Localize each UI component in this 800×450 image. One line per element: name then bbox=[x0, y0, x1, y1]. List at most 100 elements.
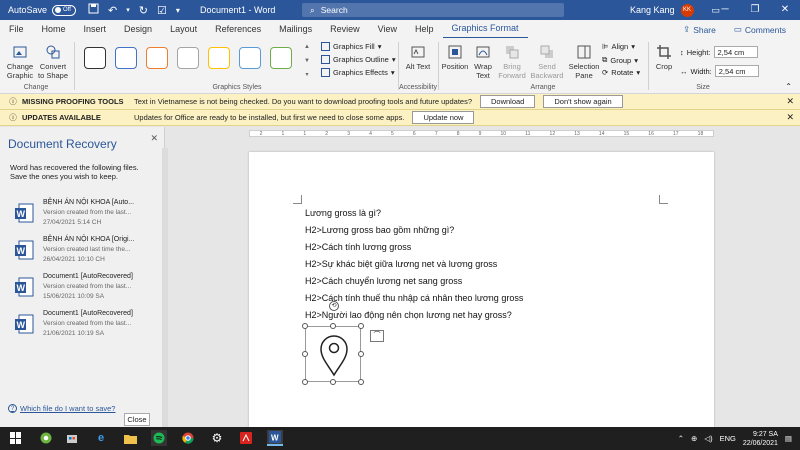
rotate-button[interactable]: ⟳ Rotate ▾ bbox=[602, 68, 640, 77]
chrome-icon[interactable] bbox=[180, 430, 196, 446]
settings-gear-icon[interactable]: ⚙ bbox=[209, 430, 225, 446]
graphics-style-swatch[interactable] bbox=[177, 47, 199, 69]
tab-file[interactable]: File bbox=[0, 20, 33, 38]
selected-graphic[interactable] bbox=[302, 323, 364, 385]
document-h2-line[interactable]: H2>Lương gross bao gồm những gì? bbox=[305, 225, 454, 235]
user-account[interactable]: Kang Kang KK ▭ bbox=[630, 0, 720, 20]
group-button[interactable]: ⧉ Group ▾ bbox=[602, 55, 638, 65]
volume-icon[interactable]: ◁) bbox=[704, 434, 712, 443]
document-h2-line[interactable]: H2>Cách tính thuế thu nhập cá nhân theo … bbox=[305, 293, 523, 303]
undo-icon[interactable]: ↶ bbox=[108, 4, 117, 17]
document-h2-line[interactable]: H2>Sự khác biệt giữa lương net và lương … bbox=[305, 259, 497, 269]
horizontal-ruler[interactable]: 2 1 1 2 3 4 5 6 7 8 9 10 11 12 13 14 15 16 17 18 bbox=[249, 130, 714, 137]
recovered-file-item[interactable]: W BỆNH ÁN NỘI KHOA [Origi... Version creat… bbox=[8, 236, 158, 268]
document-h2-line[interactable]: H2>Cách tính lương gross bbox=[305, 242, 411, 252]
convert-to-shape-button[interactable]: Convert to Shape bbox=[37, 44, 69, 80]
document-heading-line[interactable]: Lương gross là gì? bbox=[305, 208, 381, 218]
alt-text-button[interactable]: Alt Text bbox=[404, 44, 432, 71]
document-page[interactable]: Lương gross là gì? H2>Lương gross bao gồm… bbox=[249, 152, 714, 427]
store-icon[interactable] bbox=[64, 430, 80, 446]
graphics-fill-button[interactable]: Graphics Fill ▾ bbox=[321, 42, 381, 51]
resize-handle[interactable] bbox=[330, 379, 336, 385]
width-input[interactable]: 2,54 cm bbox=[714, 65, 759, 77]
resize-handle[interactable] bbox=[330, 323, 336, 329]
tab-home[interactable]: Home bbox=[33, 20, 75, 38]
network-icon[interactable]: ⊕ bbox=[691, 434, 697, 443]
tab-view[interactable]: View bbox=[369, 20, 406, 38]
minimize-icon[interactable]: ─ bbox=[710, 0, 740, 20]
language-indicator[interactable]: ENG bbox=[720, 434, 736, 443]
close-pane-icon[interactable]: ✕ bbox=[150, 133, 158, 144]
graphics-style-swatch[interactable] bbox=[146, 47, 168, 69]
comments-button[interactable]: ▭ Comments bbox=[728, 22, 792, 37]
gallery-up-icon[interactable]: ▲ bbox=[304, 44, 310, 50]
save-icon[interactable] bbox=[88, 3, 99, 17]
position-button[interactable]: Position bbox=[441, 44, 469, 71]
change-graphic-button[interactable]: Change Graphic bbox=[4, 44, 36, 80]
recovered-file-item[interactable]: W Document1 [AutoRecovered] Version create… bbox=[8, 273, 158, 305]
show-hidden-icons-icon[interactable]: ⌃ bbox=[678, 434, 684, 443]
autosave-control[interactable]: AutoSave Off bbox=[0, 4, 77, 16]
send-backward-button[interactable]: Send Backward bbox=[530, 44, 564, 80]
gallery-more-icon[interactable]: ▾ bbox=[305, 71, 308, 78]
resize-handle[interactable] bbox=[358, 351, 364, 357]
tab-references[interactable]: References bbox=[206, 20, 270, 38]
adobe-reader-icon[interactable] bbox=[238, 430, 254, 446]
download-button[interactable]: Download bbox=[480, 95, 536, 108]
graphics-effects-button[interactable]: Graphics Effects ▾ bbox=[321, 68, 395, 77]
tab-graphics-format[interactable]: Graphics Format bbox=[442, 19, 528, 39]
tab-design[interactable]: Design bbox=[115, 20, 161, 38]
recovered-file-item[interactable]: W Document1 [AutoRecovered] Version create… bbox=[8, 310, 158, 342]
share-button[interactable]: ⇪ Share bbox=[677, 22, 722, 37]
resize-handle[interactable] bbox=[358, 379, 364, 385]
spotify-icon[interactable] bbox=[151, 430, 167, 446]
resize-handle[interactable] bbox=[302, 323, 308, 329]
windows-start-icon[interactable] bbox=[10, 432, 22, 444]
word-taskbar-icon[interactable]: W bbox=[267, 430, 283, 446]
chrome-canary-icon[interactable] bbox=[38, 430, 54, 446]
tab-help[interactable]: Help bbox=[406, 20, 443, 38]
update-now-button[interactable]: Update now bbox=[412, 111, 475, 124]
wrap-text-button[interactable]: Wrap Text bbox=[470, 44, 496, 80]
close-icon[interactable]: ✕ bbox=[770, 0, 800, 20]
resize-handle[interactable] bbox=[358, 323, 364, 329]
dismiss-proofing-icon[interactable]: ✕ bbox=[786, 96, 794, 107]
notifications-icon[interactable]: ▤ bbox=[785, 434, 792, 443]
autosave-toggle[interactable]: Off bbox=[52, 4, 77, 16]
document-h2-line[interactable]: H2>Người lao động nên chọn lương net hay… bbox=[305, 310, 512, 320]
layout-options-icon[interactable]: ⌒ bbox=[370, 330, 384, 342]
edge-icon[interactable]: e bbox=[93, 430, 109, 446]
resize-handle[interactable] bbox=[302, 379, 308, 385]
graphics-style-swatch[interactable] bbox=[84, 47, 106, 69]
height-input[interactable]: 2,54 cm bbox=[713, 46, 758, 58]
file-explorer-icon[interactable] bbox=[122, 430, 138, 446]
redo-icon[interactable]: ↻ bbox=[139, 4, 148, 17]
rotate-handle-icon[interactable]: ⟲ bbox=[329, 301, 339, 311]
gallery-down-icon[interactable]: ▼ bbox=[304, 58, 310, 64]
graphics-outline-button[interactable]: Graphics Outline ▾ bbox=[321, 55, 396, 64]
dont-show-again-button[interactable]: Don't show again bbox=[543, 95, 623, 108]
close-button[interactable]: Close bbox=[124, 413, 150, 426]
graphics-style-swatch[interactable] bbox=[115, 47, 137, 69]
which-file-help-link[interactable]: ? Which file do I want to save? bbox=[8, 404, 115, 413]
clock[interactable]: 9:27 SA 22/06/2021 bbox=[743, 430, 778, 448]
resize-handle[interactable] bbox=[302, 351, 308, 357]
search-box[interactable]: ⌕ Search bbox=[302, 3, 564, 17]
dismiss-updates-icon[interactable]: ✕ bbox=[786, 112, 794, 123]
tab-review[interactable]: Review bbox=[321, 20, 369, 38]
graphics-style-swatch[interactable] bbox=[270, 47, 292, 69]
checkbox-icon[interactable]: ☑ bbox=[157, 4, 167, 17]
graphics-style-swatch[interactable] bbox=[208, 47, 230, 69]
tab-insert[interactable]: Insert bbox=[75, 20, 116, 38]
tab-mailings[interactable]: Mailings bbox=[270, 20, 321, 38]
recovered-file-item[interactable]: W BỆNH ÁN NỘI KHOA [Auto... Version create… bbox=[8, 199, 158, 231]
bring-forward-button[interactable]: Bring Forward bbox=[497, 44, 527, 80]
undo-dropdown-icon[interactable]: ▾ bbox=[126, 6, 130, 14]
selection-pane-button[interactable]: Selection Pane bbox=[567, 44, 601, 80]
crop-button[interactable]: Crop bbox=[653, 44, 675, 71]
document-h2-line[interactable]: H2>Cách chuyển lương net sang gross bbox=[305, 276, 462, 286]
collapse-ribbon-icon[interactable]: ⌃ bbox=[785, 82, 792, 91]
tab-layout[interactable]: Layout bbox=[161, 20, 206, 38]
vertical-ruler[interactable] bbox=[162, 148, 168, 427]
customize-qat-icon[interactable]: ▾ bbox=[176, 6, 180, 15]
